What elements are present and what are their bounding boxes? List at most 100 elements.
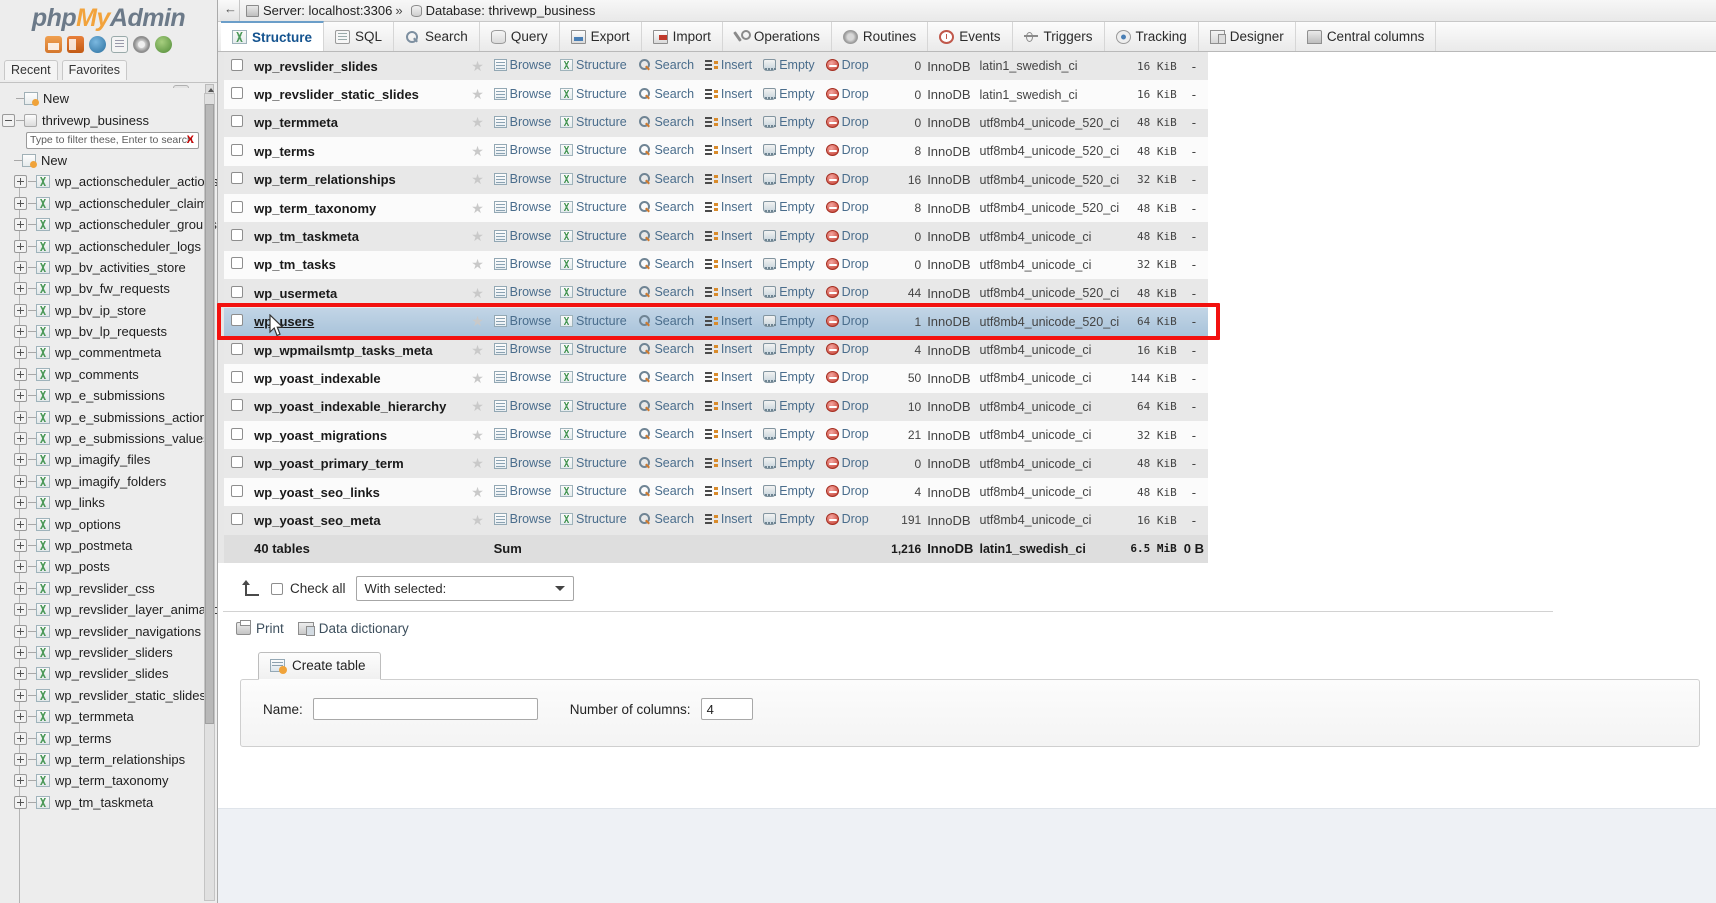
row-checkbox[interactable]	[231, 513, 243, 525]
row-checkbox[interactable]	[231, 314, 243, 326]
insert-link[interactable]: Insert	[705, 172, 752, 186]
tab-designer[interactable]: Designer	[1199, 22, 1296, 51]
row-checkbox[interactable]	[231, 201, 243, 213]
cell-checkbox[interactable]	[223, 336, 251, 364]
table-name-input[interactable]	[313, 698, 538, 720]
scroll-up-arrow-icon[interactable]	[205, 84, 214, 94]
drop-link[interactable]: Drop	[826, 229, 869, 243]
cell-action-browse[interactable]: Browse	[491, 137, 557, 165]
tree-item-new-database[interactable]: New	[2, 88, 217, 109]
browse-link[interactable]: Browse	[494, 87, 552, 101]
table-name-link[interactable]: wp_yoast_seo_links	[254, 485, 380, 500]
select-arrow-icon[interactable]	[241, 580, 261, 598]
cell-favorite[interactable]: ★	[464, 222, 490, 250]
structure-link[interactable]: Structure	[560, 285, 627, 299]
table-name-link[interactable]: wp_tm_tasks	[254, 257, 336, 272]
star-icon[interactable]: ★	[471, 86, 484, 102]
insert-link[interactable]: Insert	[705, 342, 752, 356]
insert-link[interactable]: Insert	[705, 314, 752, 328]
row-checkbox[interactable]	[231, 144, 243, 156]
tab-export[interactable]: Export	[560, 22, 642, 51]
breadcrumb-database[interactable]: Database: thrivewp_business	[426, 3, 596, 18]
expand-icon[interactable]	[14, 774, 27, 787]
tab-search[interactable]: Search	[394, 22, 480, 51]
cell-action-browse[interactable]: Browse	[491, 421, 557, 449]
drop-link[interactable]: Drop	[826, 143, 869, 157]
tab-sql[interactable]: SQL	[324, 22, 394, 51]
cell-checkbox[interactable]	[223, 52, 251, 80]
cell-action-search[interactable]: Search	[635, 364, 701, 392]
browse-link[interactable]: Browse	[494, 200, 552, 214]
cell-action-search[interactable]: Search	[635, 421, 701, 449]
expand-icon[interactable]	[14, 646, 27, 659]
cell-action-empty[interactable]: Empty	[760, 222, 822, 250]
table-row[interactable]: wp_revslider_static_slides★BrowseStructu…	[223, 80, 1208, 108]
insert-link[interactable]: Insert	[705, 229, 752, 243]
cell-action-search[interactable]: Search	[635, 336, 701, 364]
cell-action-empty[interactable]: Empty	[760, 308, 822, 336]
cell-action-insert[interactable]: Insert	[702, 52, 760, 80]
cell-action-insert[interactable]: Insert	[702, 137, 760, 165]
drop-link[interactable]: Drop	[826, 399, 869, 413]
cell-checkbox[interactable]	[223, 194, 251, 222]
cell-checkbox[interactable]	[223, 506, 251, 534]
insert-link[interactable]: Insert	[705, 257, 752, 271]
star-icon[interactable]: ★	[471, 228, 484, 244]
cell-action-search[interactable]: Search	[635, 222, 701, 250]
tree-item-table[interactable]: wp_terms	[2, 727, 217, 748]
phpmyadmin-logo[interactable]: phpMyAdmin	[0, 6, 217, 31]
expand-icon[interactable]	[14, 218, 27, 231]
cell-action-search[interactable]: Search	[635, 80, 701, 108]
expand-icon[interactable]	[14, 240, 27, 253]
check-all-control[interactable]: Check all	[271, 581, 346, 596]
browse-link[interactable]: Browse	[494, 456, 552, 470]
refresh-icon[interactable]	[155, 36, 172, 53]
insert-link[interactable]: Insert	[705, 512, 752, 526]
table-name-link[interactable]: wp_yoast_indexable_hierarchy	[254, 399, 446, 414]
tree-item-table[interactable]: wp_bv_activities_store	[2, 257, 217, 278]
structure-link[interactable]: Structure	[560, 456, 627, 470]
structure-link[interactable]: Structure	[560, 484, 627, 498]
cell-action-structure[interactable]: Structure	[557, 364, 635, 392]
browse-link[interactable]: Browse	[494, 512, 552, 526]
tree-item-table[interactable]: wp_bv_ip_store	[2, 300, 217, 321]
tree-item-table[interactable]: wp_termmeta	[2, 706, 217, 727]
cell-table-name[interactable]: wp_terms	[251, 137, 464, 165]
expand-icon[interactable]	[14, 346, 27, 359]
drop-link[interactable]: Drop	[826, 87, 869, 101]
row-checkbox[interactable]	[231, 399, 243, 411]
cell-action-insert[interactable]: Insert	[702, 222, 760, 250]
cell-favorite[interactable]: ★	[464, 194, 490, 222]
expand-icon[interactable]	[14, 667, 27, 680]
table-row[interactable]: wp_revslider_slides★BrowseStructureSearc…	[223, 52, 1208, 80]
cell-action-empty[interactable]: Empty	[760, 478, 822, 506]
cell-action-structure[interactable]: Structure	[557, 194, 635, 222]
tree-item-table[interactable]: wp_imagify_files	[2, 449, 217, 470]
table-row[interactable]: wp_yoast_seo_meta★BrowseStructureSearchI…	[223, 506, 1208, 534]
cell-action-search[interactable]: Search	[635, 109, 701, 137]
row-checkbox[interactable]	[231, 456, 243, 468]
table-name-link[interactable]: wp_yoast_indexable	[254, 371, 380, 386]
cell-table-name[interactable]: wp_usermeta	[251, 279, 464, 307]
tab-events[interactable]: Events	[928, 22, 1012, 51]
drop-link[interactable]: Drop	[826, 342, 869, 356]
tree-item-table[interactable]: wp_options	[2, 513, 217, 534]
cell-checkbox[interactable]	[223, 308, 251, 336]
search-link[interactable]: Search	[638, 484, 694, 498]
insert-link[interactable]: Insert	[705, 115, 752, 129]
empty-link[interactable]: Empty	[763, 342, 814, 356]
empty-link[interactable]: Empty	[763, 115, 814, 129]
cell-action-insert[interactable]: Insert	[702, 80, 760, 108]
empty-link[interactable]: Empty	[763, 58, 814, 72]
cell-action-browse[interactable]: Browse	[491, 52, 557, 80]
table-row[interactable]: wp_yoast_indexable_hierarchy★BrowseStruc…	[223, 393, 1208, 421]
search-link[interactable]: Search	[638, 58, 694, 72]
table-name-link[interactable]: wp_yoast_seo_meta	[254, 513, 380, 528]
star-icon[interactable]: ★	[471, 512, 484, 528]
star-icon[interactable]: ★	[471, 285, 484, 301]
cell-action-empty[interactable]: Empty	[760, 506, 822, 534]
tree-item-table[interactable]: wp_term_taxonomy	[2, 770, 217, 791]
insert-link[interactable]: Insert	[705, 58, 752, 72]
browse-link[interactable]: Browse	[494, 342, 552, 356]
cell-action-search[interactable]: Search	[635, 393, 701, 421]
